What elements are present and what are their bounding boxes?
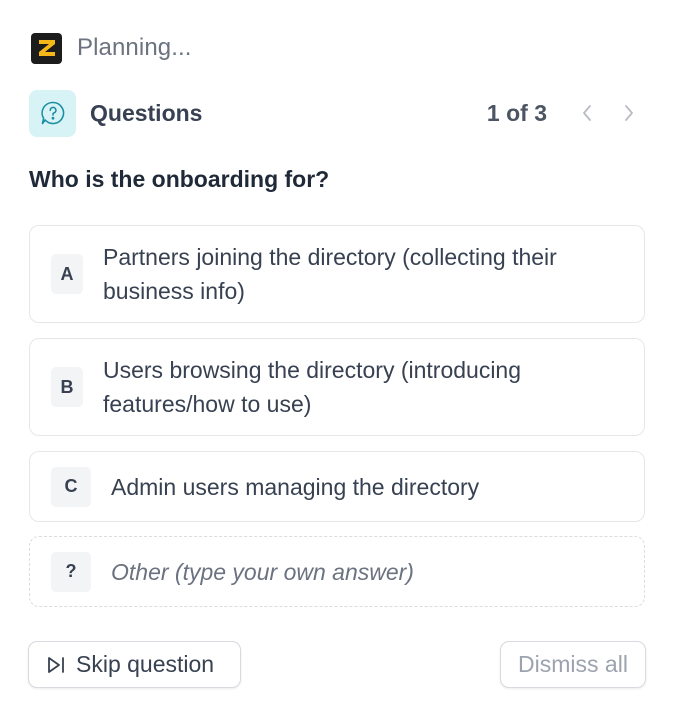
- option-label: Admin users managing the directory: [111, 473, 480, 500]
- option-key: B: [51, 367, 83, 407]
- option-key: ?: [51, 551, 91, 592]
- option-key: C: [51, 466, 91, 507]
- question-title: Who is the onboarding for?: [29, 166, 330, 192]
- other-answer-placeholder: Other (type your own answer): [111, 558, 414, 585]
- pager-count: 1 of 3: [486, 99, 547, 126]
- chevron-right-icon: [625, 105, 633, 121]
- skip-question-button[interactable]: Skip question: [28, 641, 241, 688]
- question-pager: 1 of 3: [487, 89, 645, 137]
- question-chat-icon: [29, 89, 76, 137]
- previous-question-button[interactable]: [571, 97, 603, 129]
- option-key: A: [51, 254, 83, 294]
- planning-status: Planning...: [31, 32, 192, 64]
- option-label: Partners joining the directory (collecti…: [103, 244, 557, 304]
- dismiss-all-button[interactable]: Dismiss all: [500, 641, 646, 688]
- option-label: Users browsing the directory (introducin…: [103, 357, 522, 417]
- chevron-left-icon: [583, 105, 591, 121]
- question-panel: Planning... Questions 1 of 3 Who is the …: [0, 0, 674, 710]
- dismiss-all-label: Dismiss all: [518, 651, 628, 677]
- planning-text: Planning...: [77, 34, 192, 61]
- skip-question-label: Skip question: [76, 651, 215, 677]
- questions-header: Questions 1 of 3: [29, 89, 645, 137]
- option-b[interactable]: B Users browsing the directory (introduc…: [29, 338, 645, 436]
- questions-label: Questions: [90, 99, 203, 126]
- option-c[interactable]: C Admin users managing the directory: [29, 451, 645, 522]
- skip-forward-icon: [48, 656, 64, 673]
- next-question-button[interactable]: [613, 97, 645, 129]
- option-a[interactable]: A Partners joining the directory (collec…: [29, 225, 645, 323]
- other-answer-input[interactable]: ? Other (type your own answer): [29, 536, 645, 607]
- z-logo-icon: [31, 32, 62, 64]
